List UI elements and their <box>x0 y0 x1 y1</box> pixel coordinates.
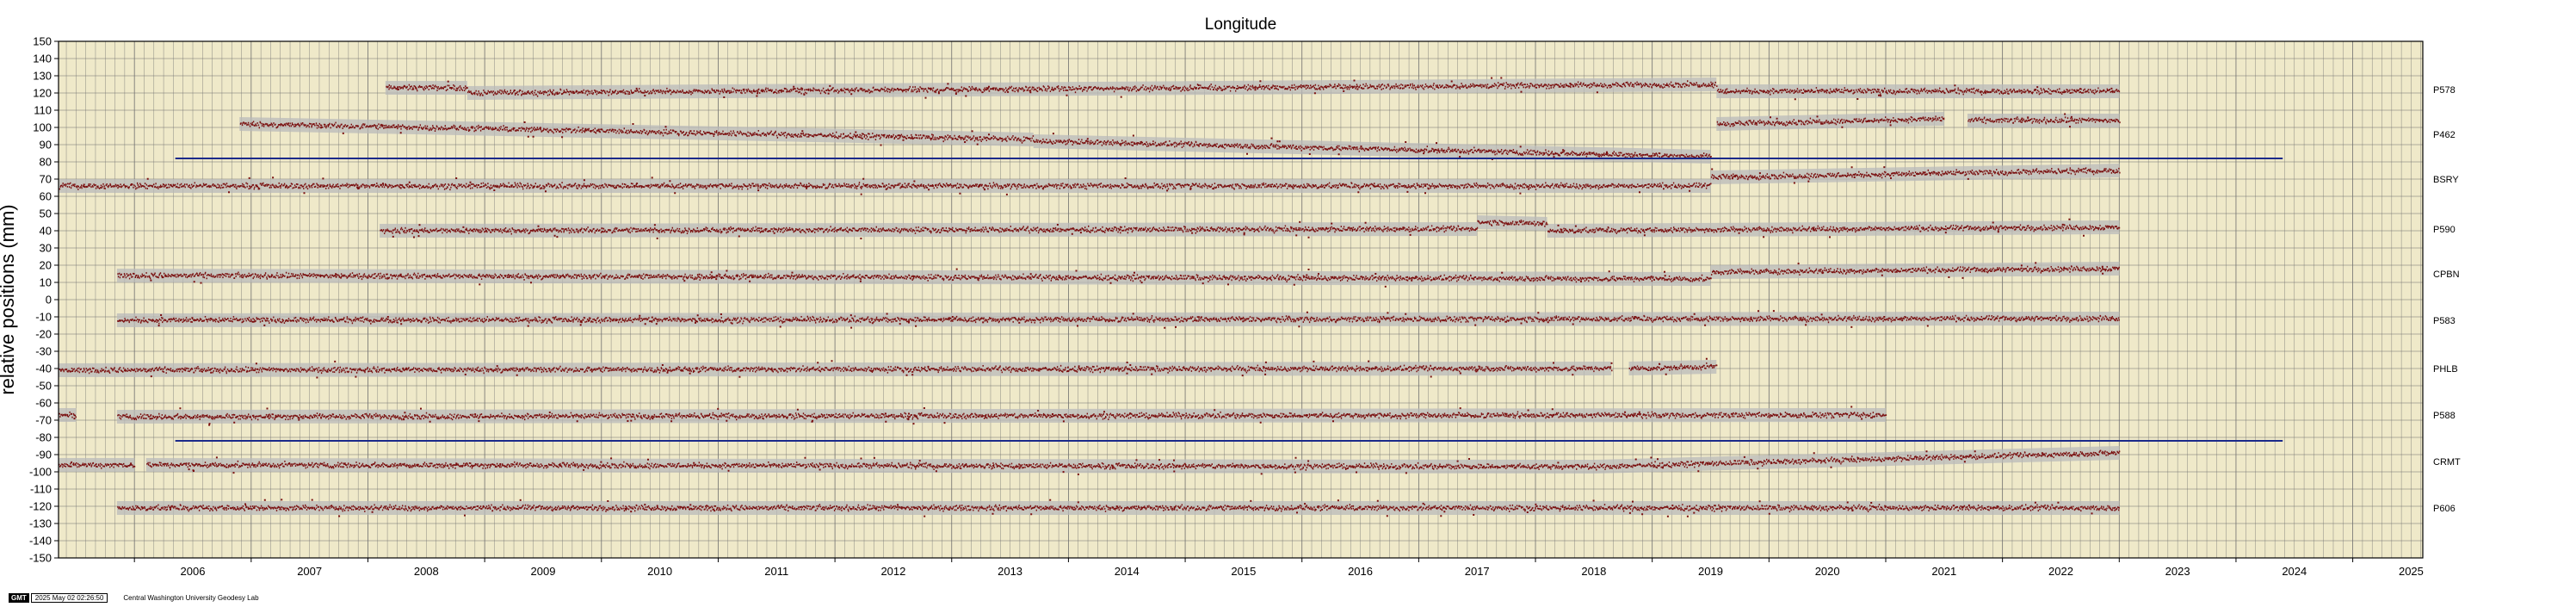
y-axis-label: relative positions (mm) <box>0 204 18 394</box>
y-tick-label: -150 <box>29 552 52 565</box>
x-tick-label: 2011 <box>764 565 788 578</box>
station-label: BSRY <box>2433 175 2459 185</box>
y-tick-label: -100 <box>29 466 52 479</box>
y-tick-label: -110 <box>30 483 52 496</box>
footer: GMT 2025 May 02 02:26:50 Central Washing… <box>9 592 259 603</box>
y-tick-label: 10 <box>40 276 52 289</box>
y-tick-label: 100 <box>33 121 52 134</box>
station-labels: P578 P462 BSRY P590 CPBN P583 PHLB P588 CRMT P606 <box>2433 85 2461 514</box>
station-label: P606 <box>2433 504 2456 514</box>
x-tick-label: 2022 <box>2048 565 2073 578</box>
y-tick-label: -120 <box>29 500 52 513</box>
x-tick-label: 2020 <box>1815 565 1840 578</box>
station-label: P583 <box>2433 316 2456 326</box>
timestamp: 2025 May 02 02:26:50 <box>30 592 108 603</box>
x-tick-label: 2025 <box>2399 565 2424 578</box>
x-tick-label: 2018 <box>1581 565 1606 578</box>
y-tick-label: 140 <box>33 53 52 65</box>
y-tick-label: -130 <box>29 517 52 530</box>
y-tick-label: -80 <box>35 431 52 444</box>
x-tick-label: 2014 <box>1115 565 1140 578</box>
y-tick-label: 40 <box>40 225 52 238</box>
x-tick-label: 2019 <box>1698 565 1723 578</box>
y-tick-label: 110 <box>34 104 52 117</box>
x-tick-label: 2016 <box>1348 565 1373 578</box>
y-tick-label: 60 <box>40 190 52 203</box>
y-tick-label: 70 <box>40 173 52 186</box>
station-label: CPBN <box>2433 269 2460 280</box>
x-tick-label: 2017 <box>1465 565 1490 578</box>
y-tick-label: 120 <box>33 87 52 100</box>
y-tick-label: 130 <box>33 70 52 83</box>
x-tick-label: 2006 <box>181 565 206 578</box>
x-tick-label: 2007 <box>297 565 322 578</box>
gmt-logo: GMT <box>9 592 29 603</box>
station-label: P588 <box>2433 411 2456 421</box>
y-tick-label: -30 <box>35 345 52 358</box>
y-tick-label: -90 <box>35 449 52 461</box>
error-band <box>59 458 135 472</box>
x-tick-label: 2021 <box>1931 565 1956 578</box>
station-label: P578 <box>2433 85 2456 96</box>
station-label: CRMT <box>2433 457 2461 468</box>
y-tick-label: 30 <box>40 242 52 255</box>
y-tick-label: -20 <box>35 328 52 341</box>
credit-text: Central Washington University Geodesy La… <box>123 593 259 602</box>
chart-area: 1501401301201101009080706050403020100-10… <box>0 15 2461 578</box>
chart-title: Longitude <box>1205 15 1276 34</box>
y-tick-label: 20 <box>40 259 52 272</box>
x-tick-label: 2015 <box>1231 565 1256 578</box>
y-tick-label: 50 <box>40 207 52 220</box>
station-label: P462 <box>2433 130 2456 140</box>
y-tick-label: 90 <box>40 139 52 152</box>
x-tick-label: 2008 <box>414 565 439 578</box>
y-tick-label: -50 <box>35 380 52 393</box>
y-tick-label: -140 <box>29 535 52 548</box>
y-tick-label: -10 <box>35 311 52 324</box>
x-tick-label: 2024 <box>2282 565 2307 578</box>
y-tick-label: -60 <box>35 397 52 410</box>
y-tick-label: 0 <box>46 294 52 307</box>
x-tick-label: 2010 <box>647 565 672 578</box>
y-tick-label: 150 <box>33 35 52 48</box>
x-tick-label: 2013 <box>998 565 1022 578</box>
x-tick-label: 2009 <box>531 565 556 578</box>
station-label: P590 <box>2433 225 2456 235</box>
y-tick-label: 80 <box>40 156 52 169</box>
y-tick-label: -70 <box>35 414 52 427</box>
station-label: PHLB <box>2433 364 2458 375</box>
x-tick-label: 2012 <box>880 565 905 578</box>
x-tick-label: 2023 <box>2165 565 2190 578</box>
y-tick-label: -40 <box>35 362 52 375</box>
